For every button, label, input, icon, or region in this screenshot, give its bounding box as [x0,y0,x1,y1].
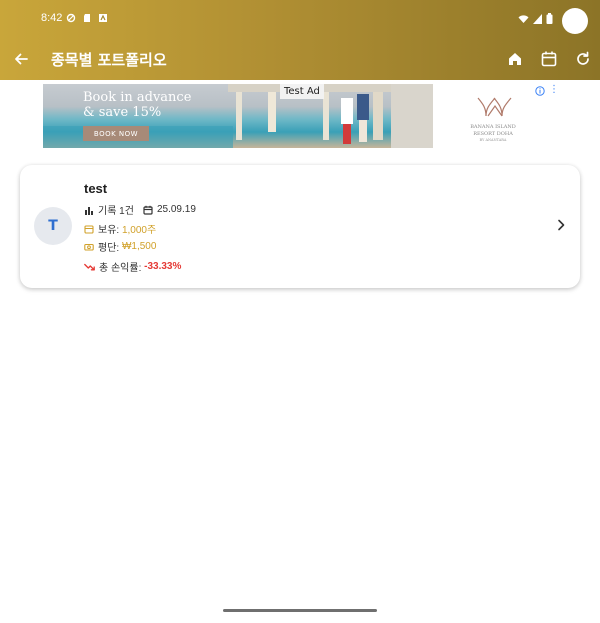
last-date: 25.09.19 [156,204,196,215]
pnl-label: 총 손익률: [99,263,142,274]
back-arrow-icon[interactable] [10,48,32,70]
status-notification-icons [66,13,108,23]
calendar-small-icon [143,205,153,215]
top-app-header: 8:42 종목별 포트폴리오 [0,0,600,80]
ad-headline: Book in advance & save 15% [83,90,191,120]
chevron-right-icon[interactable] [554,218,568,232]
ad-info-icon[interactable] [535,86,545,96]
status-bar: 8:42 [0,0,600,38]
average-price-value: ₩1,500 [121,241,157,252]
page-title: 종목별 포트폴리오 [51,51,167,69]
ad-photo[interactable]: Book in advance & save 15% BOOK NOW Test… [43,84,433,148]
bar-chart-icon [85,206,93,215]
ad-brand-line-2: RESORT DOHA [473,131,513,137]
ad-brand-line-3: BY ANANTARA [480,138,507,142]
portfolio-card[interactable]: T test 기록 1건 25.09.19 보유: 1,000주 평단: ₩1,… [20,165,580,288]
pnl-value: -33.33% [144,261,182,272]
signal-icon [533,13,542,24]
battery-icon [546,13,553,24]
ad-test-tag: Test Ad [280,84,324,99]
wallet-icon [84,224,94,234]
meta-row: 기록 1건 25.09.19 [84,202,196,217]
wifi-icon [518,14,529,23]
avatar: T [34,207,72,245]
status-system-icons [518,13,553,24]
sd-card-icon [84,14,90,22]
ad-banner[interactable]: Book in advance & save 15% BOOK NOW Test… [43,84,559,148]
holding-value: 1,000주 [121,225,157,236]
ad-menu-icon[interactable]: ⋮ [549,85,559,95]
ad-book-now-button[interactable]: BOOK NOW [83,126,149,141]
ad-headline-line2: & save 15% [83,105,162,120]
holding-label: 보유: [98,225,120,236]
ad-brand-line-1: BANANA ISLAND [470,124,516,130]
gesture-navigation-bar[interactable] [223,609,377,612]
average-price-label: 평단: [98,243,120,254]
holding-row: 보유: 1,000주 [84,221,156,236]
app-notification-icon [99,14,107,22]
records-count: 기록 1건 [98,206,134,217]
vpn-icon [66,13,76,23]
average-price-row: 평단: ₩1,500 [84,239,156,254]
cash-icon [84,243,94,251]
trending-down-icon [84,263,95,270]
camera-cutout [562,8,588,34]
ad-headline-line1: Book in advance [83,90,192,105]
app-bar: 종목별 포트폴리오 [0,38,600,80]
refresh-icon[interactable] [573,49,593,69]
pnl-row: 총 손익률: -33.33% [84,259,181,274]
home-icon[interactable] [505,49,525,69]
calendar-icon[interactable] [539,49,559,69]
stock-name: test [84,181,108,196]
ad-brand-logo: BANANA ISLAND RESORT DOHA BY ANANTARA [470,97,516,142]
status-time: 8:42 [41,12,63,24]
